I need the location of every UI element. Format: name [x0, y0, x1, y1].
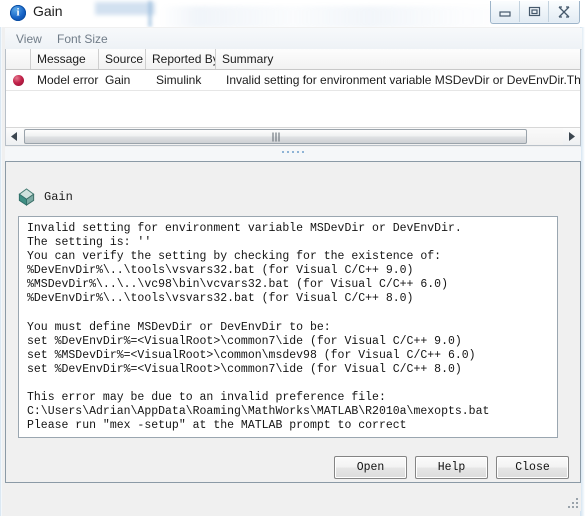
table-header-row: Message Source Reported By Summary — [6, 49, 580, 70]
simulink-block-icon — [18, 188, 35, 206]
detail-block-name: Gain — [44, 190, 73, 204]
row-reported-by: Simulink — [156, 73, 202, 87]
help-button[interactable]: Help — [415, 456, 488, 479]
message-list-panel: Message Source Reported By Summary Model… — [5, 49, 581, 146]
menu-bar: View Font Size — [5, 28, 582, 50]
column-header-reported-by[interactable]: Reported By — [146, 49, 216, 69]
scroll-left-button[interactable] — [6, 128, 23, 145]
table-row[interactable]: Model error Gain Simulink Invalid settin… — [6, 70, 580, 91]
window-controls — [490, 1, 580, 24]
row-message: Model error — [37, 73, 99, 87]
splitter-handle[interactable] — [282, 151, 304, 153]
arrow-left-icon — [11, 132, 17, 141]
row-source: Gain — [105, 73, 131, 87]
status-strip — [5, 483, 581, 511]
close-icon — [558, 5, 570, 18]
panel-splitter[interactable] — [5, 147, 581, 161]
arrow-right-icon — [569, 132, 575, 141]
minimize-button[interactable] — [491, 1, 520, 22]
window-title: Gain — [33, 3, 63, 19]
minimize-icon — [499, 10, 511, 17]
resize-grip-icon[interactable] — [566, 496, 578, 508]
menu-item-view[interactable]: View — [12, 31, 46, 47]
scrollbar-thumb[interactable] — [24, 129, 527, 144]
window-frame-left-edge — [0, 0, 2, 516]
row-summary: Invalid setting for environment variable… — [226, 73, 581, 87]
detail-message-text: Invalid setting for environment variable… — [27, 222, 490, 433]
scroll-right-button[interactable] — [563, 128, 580, 145]
detail-message-box[interactable]: Invalid setting for environment variable… — [18, 216, 558, 438]
menu-item-font-size[interactable]: Font Size — [53, 31, 112, 47]
scrollbar-grip — [272, 132, 279, 141]
column-header-summary[interactable]: Summary — [216, 49, 580, 69]
background-bleed-artifact-3 — [148, 1, 152, 27]
horizontal-scrollbar[interactable] — [6, 127, 580, 145]
column-header-source[interactable]: Source — [99, 49, 146, 69]
close-dialog-button[interactable]: Close — [496, 456, 569, 479]
column-header-message[interactable]: Message — [31, 49, 99, 69]
column-header-icon[interactable] — [6, 49, 31, 69]
detail-panel: Gain Invalid setting for environment var… — [5, 161, 581, 483]
restore-button[interactable] — [520, 1, 549, 22]
row-status-cell — [6, 70, 31, 90]
info-circle-icon — [10, 5, 26, 21]
restore-icon — [528, 6, 540, 17]
open-button[interactable]: Open — [334, 456, 407, 479]
background-bleed-artifact — [160, 6, 540, 27]
simulink-diagnostic-viewer-window: Gain View Font Size — [0, 0, 585, 516]
error-dot-icon — [13, 75, 24, 86]
close-button[interactable] — [549, 1, 579, 22]
background-bleed-artifact-2 — [95, 2, 155, 15]
title-bar[interactable]: Gain — [0, 0, 585, 27]
detail-header: Gain — [18, 188, 73, 206]
